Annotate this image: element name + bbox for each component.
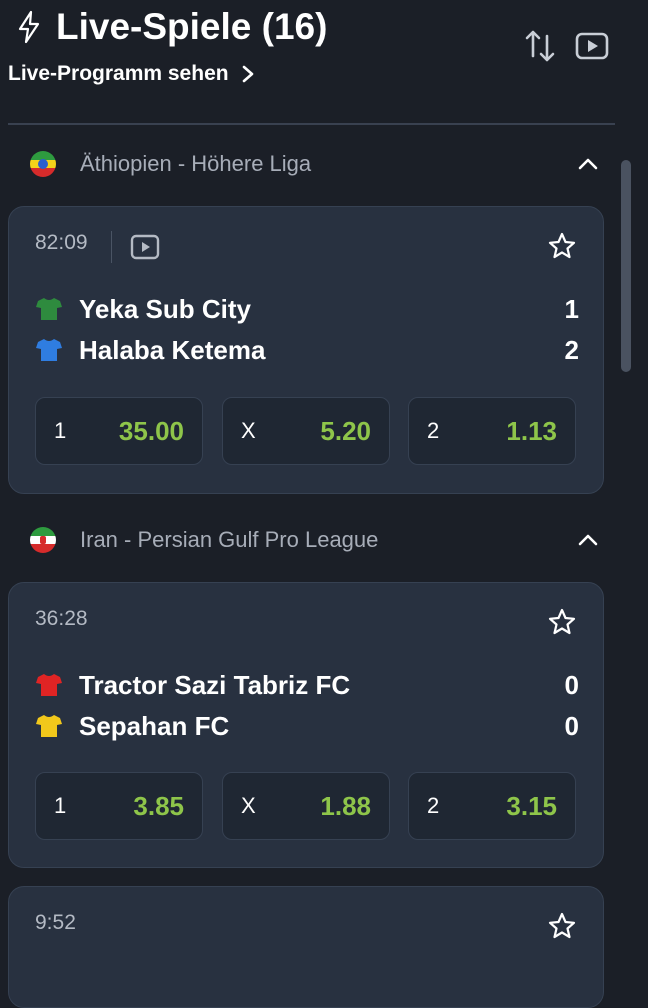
league-header-ethiopia[interactable]: Äthiopien - Höhere Liga [30,142,610,186]
match-card[interactable]: 82:09 Yeka Sub City 1 Halaba Ketema 2 1 … [8,206,604,494]
league-header-iran[interactable]: Iran - Persian Gulf Pro League [30,518,610,562]
odds-button-away[interactable]: 2 1.13 [408,397,576,465]
odds-value: 35.00 [118,416,184,446]
odds-value: 1.88 [320,791,371,821]
odds-button-draw[interactable]: X 5.20 [222,397,390,465]
chevron-up-icon[interactable] [576,152,600,176]
away-score: 0 [564,710,579,741]
away-team-row: Halaba Ketema 2 [35,332,579,368]
chevron-up-icon[interactable] [576,528,600,552]
sort-arrows-icon[interactable] [523,26,557,66]
shirt-icon [36,674,62,696]
match-time: 82:09 [35,231,88,254]
home-team-name: Tractor Sazi Tabriz FC [79,669,351,700]
lightning-bolt-icon [18,10,40,44]
odds-button-away[interactable]: 2 3.15 [408,772,576,840]
scrollbar-thumb[interactable] [621,160,631,372]
header-divider [8,123,615,125]
star-outline-icon[interactable] [547,607,577,637]
shirt-icon [36,339,62,361]
match-card[interactable]: 36:28 Tractor Sazi Tabriz FC 0 Sepahan F… [8,582,604,868]
ethiopia-flag-icon [30,151,56,177]
odds-label: 2 [427,418,440,443]
page-title: Live-Spiele (16) [56,6,328,47]
video-play-icon[interactable] [574,30,610,62]
away-team-row: Sepahan FC 0 [35,708,579,744]
odds-value: 5.20 [320,416,371,446]
odds-value: 3.85 [133,791,184,821]
odds-label: 2 [427,793,440,818]
odds-label: X [241,418,256,443]
match-card[interactable]: 9:52 [8,886,604,1008]
live-program-link[interactable]: Live-Programm sehen [8,58,255,90]
odds-button-draw[interactable]: X 1.88 [222,772,390,840]
match-time: 9:52 [35,911,76,934]
home-score: 0 [564,669,579,700]
odds-button-home[interactable]: 1 35.00 [35,397,203,465]
time-separator [111,231,112,263]
shirt-icon [36,715,62,737]
star-outline-icon[interactable] [547,911,577,941]
odds-value: 3.15 [506,791,557,821]
odds-label: 1 [54,793,67,818]
away-team-name: Halaba Ketema [79,334,266,365]
live-stream-icon[interactable] [130,233,160,261]
match-time: 36:28 [35,607,88,630]
away-score: 2 [564,334,579,365]
page-header: Live-Spiele (16) Live-Programm sehen [0,0,648,125]
odds-label: X [241,793,256,818]
home-team-row: Yeka Sub City 1 [35,291,579,327]
league-name: Iran - Persian Gulf Pro League [80,527,379,552]
star-outline-icon[interactable] [547,231,577,261]
live-program-link-label: Live-Programm sehen [8,62,229,85]
home-team-row: Tractor Sazi Tabriz FC 0 [35,667,579,703]
chevron-right-icon [242,65,253,83]
odds-button-home[interactable]: 1 3.85 [35,772,203,840]
iran-flag-icon [30,527,56,553]
odds-value: 1.13 [506,416,557,446]
away-team-name: Sepahan FC [79,710,230,741]
home-score: 1 [564,293,579,324]
odds-label: 1 [54,418,67,443]
home-team-name: Yeka Sub City [79,293,251,324]
league-name: Äthiopien - Höhere Liga [80,151,312,176]
shirt-icon [36,298,62,320]
